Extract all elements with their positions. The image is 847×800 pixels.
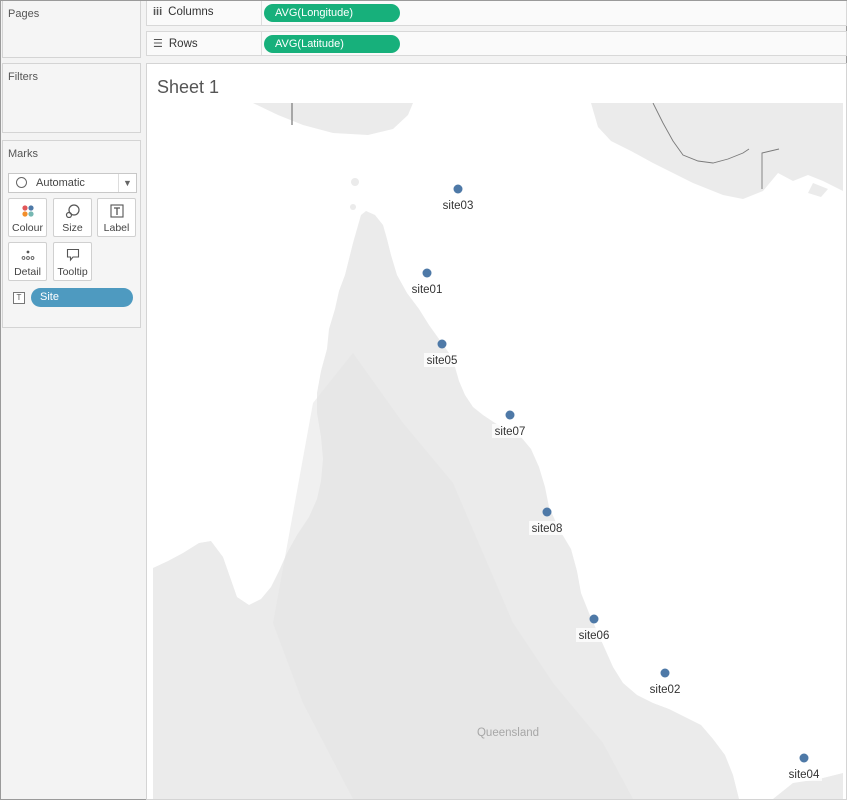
site-point[interactable]	[799, 753, 809, 763]
columns-label-text: Columns	[168, 6, 214, 18]
size-icon	[54, 204, 91, 218]
site-label: site03	[443, 200, 474, 212]
site-label: site08	[532, 523, 563, 535]
map-view[interactable]: Queensland site03 site01 site05 site07 site0…	[153, 103, 843, 799]
site-label: site07	[495, 426, 526, 438]
latitude-pill[interactable]: AVG(Latitude)	[264, 35, 400, 53]
site-field-pill[interactable]: Site	[31, 288, 133, 307]
tooltip-icon	[54, 248, 91, 262]
label-field-row: T Site	[13, 288, 137, 308]
longitude-pill[interactable]: AVG(Longitude)	[264, 4, 400, 22]
site-label: site06	[579, 630, 610, 642]
detail-label: Detail	[14, 266, 41, 278]
site-label: site01	[412, 284, 443, 296]
pages-title: Pages	[8, 8, 40, 20]
tooltip-button[interactable]: Tooltip	[53, 242, 92, 281]
detail-icon	[9, 248, 46, 262]
label-button[interactable]: Label	[97, 198, 136, 237]
columns-shelf[interactable]: iii Columns AVG(Longitude)	[146, 1, 847, 26]
site-point[interactable]	[453, 184, 463, 194]
rows-icon: ☰	[153, 38, 163, 50]
island	[351, 178, 359, 186]
size-label: Size	[62, 222, 83, 234]
site-point[interactable]	[437, 339, 447, 349]
text-encoding-icon[interactable]: T	[13, 292, 25, 304]
sheet-title[interactable]: Sheet 1	[157, 77, 219, 98]
site-point[interactable]	[660, 668, 670, 678]
filters-panel[interactable]: Filters	[2, 63, 141, 133]
pages-panel[interactable]: Pages	[2, 1, 141, 58]
mark-type-dropdown[interactable]: Automatic ▼	[8, 173, 137, 193]
site-label: site05	[427, 355, 458, 367]
rows-shelf-label: ☰ Rows	[153, 37, 261, 50]
island	[350, 204, 356, 210]
label-label: Label	[103, 222, 130, 234]
colour-icon	[9, 204, 46, 218]
circle-mark-icon	[16, 177, 27, 188]
colour-button[interactable]: Colour	[8, 198, 47, 237]
site-label: site04	[789, 769, 820, 781]
detail-button[interactable]: Detail	[8, 242, 47, 281]
site-point[interactable]	[422, 268, 432, 278]
marks-title: Marks	[8, 148, 38, 160]
map-canvas[interactable]: Queensland site03 site01 site05 site07 site0…	[153, 103, 843, 799]
shelf-divider	[261, 32, 262, 55]
columns-icon: iii	[153, 6, 163, 18]
size-button[interactable]: Size	[53, 198, 92, 237]
text-label-icon	[98, 204, 135, 218]
marks-panel: Marks Automatic ▼ Colour Size Label Deta…	[2, 140, 141, 328]
filters-title: Filters	[8, 71, 38, 83]
site-point[interactable]	[542, 507, 552, 517]
shelf-divider	[261, 1, 262, 25]
site-point[interactable]	[505, 410, 515, 420]
rows-label-text: Rows	[168, 38, 198, 50]
queensland-label: Queensland	[477, 727, 539, 739]
tooltip-label: Tooltip	[57, 266, 88, 278]
tableau-workspace: Pages Filters Marks Automatic ▼ Colour S…	[0, 0, 847, 800]
columns-shelf-label: iii Columns	[153, 6, 261, 18]
chevron-down-icon[interactable]: ▼	[118, 174, 136, 192]
site-point[interactable]	[589, 614, 599, 624]
colour-label: Colour	[12, 222, 43, 234]
mark-type-value: Automatic	[36, 177, 85, 189]
site-label: site02	[650, 684, 681, 696]
rows-shelf[interactable]: ☰ Rows AVG(Latitude)	[146, 31, 847, 56]
